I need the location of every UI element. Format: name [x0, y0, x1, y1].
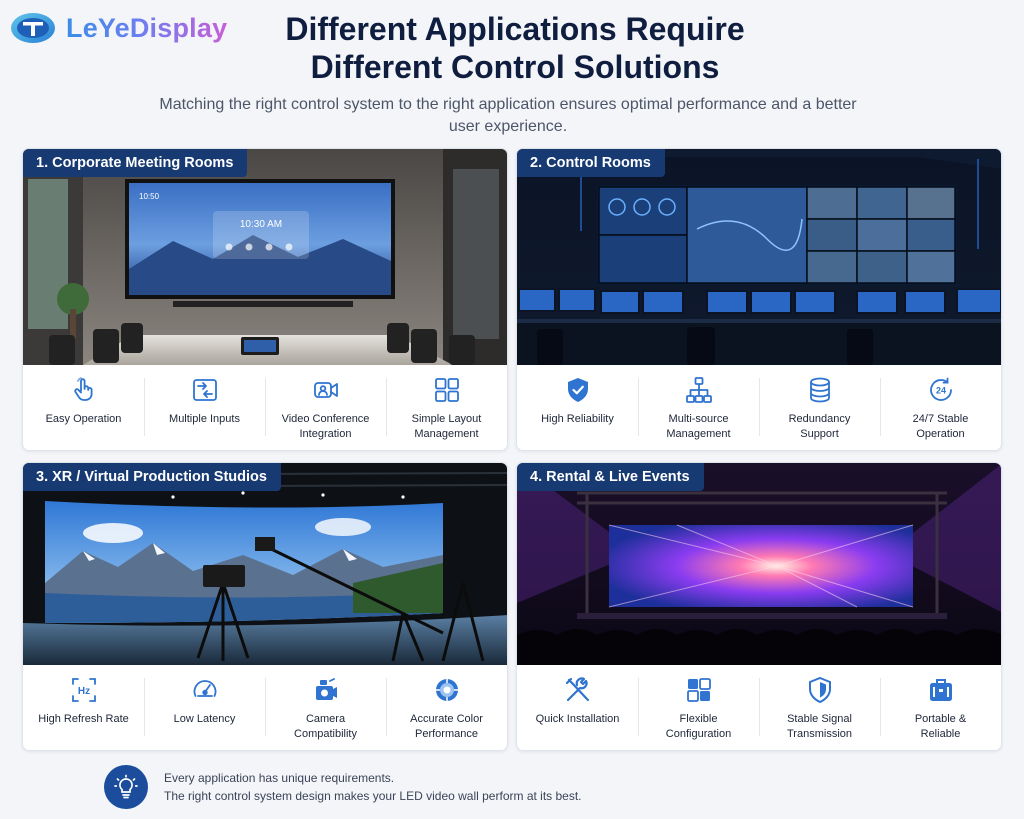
lightbulb-icon	[104, 765, 148, 809]
hz-icon: Hz	[71, 678, 96, 702]
footer-text: Every application has unique requirement…	[164, 769, 582, 805]
feature-accurate-color-performance: Accurate Color Performance	[386, 664, 507, 750]
case-icon	[929, 679, 952, 701]
card-xr-virtual-production-studios: 3. XR / Virtual Production Studios Hz Hi…	[22, 462, 508, 751]
svg-text:24: 24	[935, 386, 945, 396]
svg-text:Hz: Hz	[77, 686, 89, 697]
layout-grid-icon	[434, 378, 459, 402]
feature-label: Stable Signal Transmission	[787, 713, 852, 740]
feature-simple-layout-management: Simple Layout Management	[386, 364, 507, 450]
feature-row: Quick Installation Flexible Configuratio…	[517, 664, 1001, 750]
feature-label: 24/7 Stable Operation	[912, 413, 969, 440]
screen-time: 10:30 AM	[240, 219, 282, 230]
tools-icon	[565, 677, 589, 702]
live-event-photo	[517, 463, 1001, 665]
xr-studio-photo	[23, 463, 507, 665]
feature-label: Portable & Reliable	[914, 713, 967, 740]
feature-label: Camera Compatibility	[294, 713, 357, 740]
feature-label: Video Conference Integration	[281, 413, 370, 440]
feature-easy-operation: Easy Operation	[23, 364, 144, 450]
card-title: 1. Corporate Meeting Rooms	[23, 149, 248, 177]
speedometer-icon	[193, 680, 216, 697]
feature-multi-source-management: Multi-source Management	[638, 364, 759, 450]
brand-logo: LeYeDisplay	[10, 10, 227, 46]
multiple-inputs-icon	[192, 379, 217, 401]
page-title-text: Different Applications Require Different…	[285, 11, 745, 85]
feature-camera-compatibility: Camera Compatibility	[265, 664, 386, 750]
logo-mark-icon	[11, 13, 55, 43]
feature-high-refresh-rate: Hz High Refresh Rate	[23, 664, 144, 750]
camera-icon	[315, 678, 337, 700]
footer-line-1: Every application has unique requirement…	[164, 771, 395, 785]
feature-flexible-configuration: Flexible Configuration	[638, 664, 759, 750]
feature-multiple-inputs: Multiple Inputs	[144, 364, 265, 450]
signal-shield-icon	[808, 676, 831, 704]
card-title: 2. Control Rooms	[517, 149, 665, 177]
feature-label: Simple Layout Management	[411, 413, 482, 440]
feature-label: High Refresh Rate	[38, 713, 129, 725]
feature-low-latency: Low Latency	[144, 664, 265, 750]
shield-check-icon	[567, 378, 588, 402]
feature-label: Low Latency	[173, 713, 236, 725]
control-room-photo	[517, 149, 1001, 365]
feature-high-reliability: High Reliability	[517, 364, 638, 450]
feature-quick-installation: Quick Installation	[517, 664, 638, 750]
feature-label: Multi-source Management	[666, 413, 731, 440]
page-subtitle: Matching the right control system to the…	[159, 96, 857, 135]
clock-24-icon: 24	[929, 377, 952, 401]
feature-label: High Reliability	[541, 413, 614, 425]
feature-label: Redundancy Support	[788, 413, 851, 440]
feature-label: Accurate Color Performance	[410, 713, 483, 740]
feature-label: Easy Operation	[45, 413, 122, 425]
feature-row: Easy Operation Multiple Inputs Video Con…	[23, 364, 507, 450]
feature-row: Hz High Refresh Rate Low Latency Camera …	[23, 664, 507, 750]
card-title: 3. XR / Virtual Production Studios	[23, 463, 281, 491]
feature-label: Multiple Inputs	[169, 413, 240, 425]
color-wheel-icon	[435, 679, 458, 701]
feature-video-conference-integration: Video Conference Integration	[265, 364, 386, 450]
feature-portable-reliable: Portable & Reliable	[880, 664, 1001, 750]
card-rental-live-events: 4. Rental & Live Events Quick Installati…	[516, 462, 1002, 751]
network-tree-icon	[685, 377, 712, 403]
brand-name: LeYeDisplay	[66, 12, 228, 43]
video-conference-icon	[313, 382, 338, 398]
screen-corner-time: 10:50	[139, 192, 160, 201]
feature-label: Flexible Configuration	[665, 713, 732, 740]
footer-line-2: The right control system design makes yo…	[164, 789, 582, 803]
feature-redundancy-support: Redundancy Support	[759, 364, 880, 450]
card-title: 4. Rental & Live Events	[517, 463, 704, 491]
feature-stable-signal-transmission: Stable Signal Transmission	[759, 664, 880, 750]
database-icon	[809, 377, 830, 403]
feature-label: Quick Installation	[535, 713, 620, 725]
modules-icon	[686, 678, 711, 702]
meeting-room-photo: 10:30 AM 10:50	[23, 149, 507, 365]
footer-note: Every application has unique requirement…	[104, 765, 582, 809]
page-title: Different Applications Require Different…	[225, 10, 805, 86]
hand-pointer-icon	[73, 377, 92, 401]
card-control-rooms: 2. Control Rooms High Reliability Multi-…	[516, 148, 1002, 451]
feature-row: High Reliability Multi-source Management…	[517, 364, 1001, 450]
feature-24-7-stable-operation: 24 24/7 Stable Operation	[880, 364, 1001, 450]
card-corporate-meeting-rooms: 10:30 AM 10:50 1. Corporate Meeting Room…	[22, 148, 508, 451]
